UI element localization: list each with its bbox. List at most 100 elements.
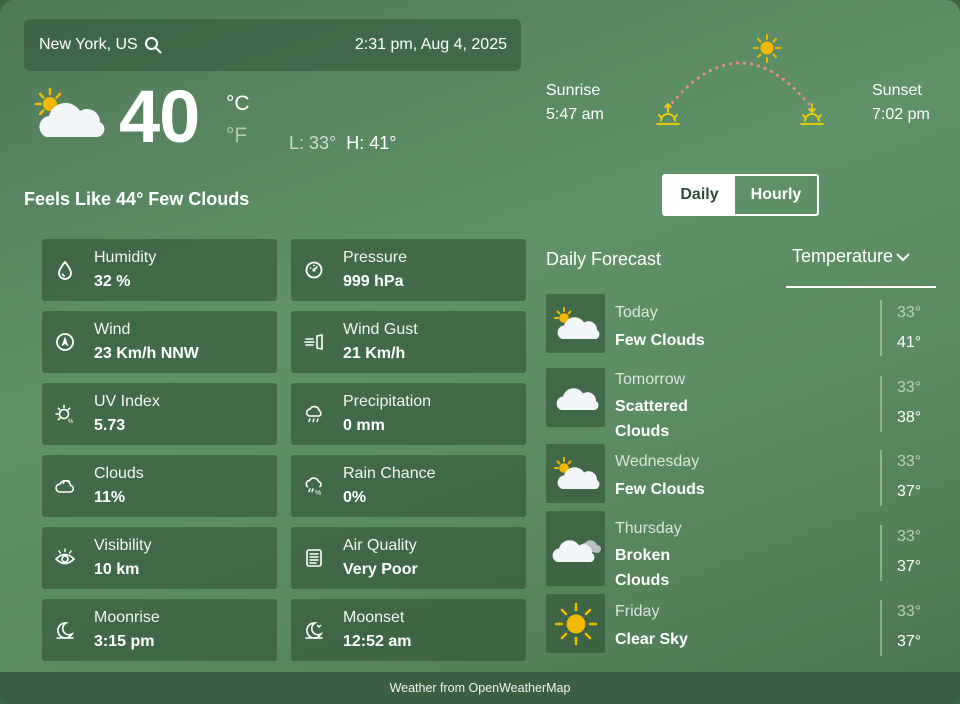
tile-value: 999 hPa: [343, 273, 404, 290]
sunset-time: 7:02 pm: [872, 106, 930, 123]
hourly-tab[interactable]: Hourly: [735, 176, 817, 214]
forecast-low: 33°: [897, 453, 922, 470]
forecast-divider: [880, 525, 882, 581]
gauge-icon: [305, 261, 323, 279]
search-icon[interactable]: [144, 36, 162, 54]
rain-cloud-icon: [305, 405, 322, 423]
tile-moonrise: Moonrise 3:15 pm: [42, 599, 277, 661]
cloud-icon: [556, 387, 598, 410]
sunset-info: Sunset 7:02 pm: [872, 79, 930, 127]
forecast-icon-box: [546, 444, 605, 503]
forecast-mode-toggle: Daily Hourly: [662, 174, 819, 216]
tile-moonset: Moonset 12:52 am: [291, 599, 526, 661]
forecast-desc: Clear Sky: [615, 631, 688, 648]
forecast-desc: Few Clouds: [615, 332, 705, 349]
tile-label: Moonset: [343, 609, 405, 626]
uv-icon: %: [55, 404, 74, 425]
tile-clouds: Clouds 11%: [42, 455, 277, 517]
tile-value: 11%: [94, 489, 126, 506]
attribution-text[interactable]: Weather from OpenWeatherMap: [390, 681, 571, 695]
sunrise-info: Sunrise 5:47 am: [546, 79, 604, 127]
daily-forecast-title: Daily Forecast: [546, 249, 662, 269]
sunset-label: Sunset: [872, 82, 922, 99]
sunrise-label: Sunrise: [546, 82, 601, 99]
location-bar[interactable]: New York, US 2:31 pm, Aug 4, 2025: [24, 19, 521, 71]
tile-label: Wind Gust: [343, 321, 418, 338]
forecast-divider: [880, 300, 882, 356]
tile-visibility: Visibility 10 km: [42, 527, 277, 589]
tile-value: 10 km: [94, 561, 140, 578]
forecast-day: Thursday: [615, 520, 682, 537]
forecast-low: 33°: [897, 379, 922, 396]
tile-value: 23 Km/h NNW: [94, 345, 199, 362]
tile-air-quality: Air Quality Very Poor: [291, 527, 526, 589]
rain-chance-icon: %: [305, 477, 322, 497]
forecast-high: 37°: [897, 558, 922, 575]
tile-label: UV Index: [94, 393, 160, 410]
current-datetime: 2:31 pm, Aug 4, 2025: [354, 36, 507, 53]
tile-value: Very Poor: [343, 561, 418, 578]
eye-icon: [54, 548, 76, 565]
tile-label: Rain Chance: [343, 465, 436, 482]
forecast-day: Tomorrow: [615, 371, 686, 388]
droplet-icon: [58, 260, 72, 280]
tile-pressure: Pressure 999 hPa: [291, 239, 526, 301]
sunset-icon: [800, 103, 824, 125]
tile-label: Air Quality: [343, 537, 417, 554]
tile-rain-chance: % Rain Chance 0%: [291, 455, 526, 517]
location-name: New York, US: [39, 36, 138, 53]
tile-label: Humidity: [94, 249, 157, 266]
metric-selector-label: Temperature: [792, 246, 894, 266]
tile-value: 0 mm: [343, 417, 385, 434]
low-high-temps: L: 33° H: 41°: [289, 133, 396, 154]
forecast-divider: [880, 450, 882, 506]
forecast-day: Wednesday: [615, 453, 700, 470]
tile-value: 32 %: [94, 273, 131, 290]
unit-fahrenheit-toggle[interactable]: °F: [226, 124, 247, 148]
low-temp: L: 33°: [289, 133, 337, 153]
tile-value: 5.73: [94, 417, 126, 434]
tile-value: 3:15 pm: [94, 633, 155, 650]
tile-wind-gust: Wind Gust 21 Km/h: [291, 311, 526, 373]
forecast-day: Friday: [615, 603, 660, 620]
attribution-footer: Weather from OpenWeatherMap: [0, 672, 960, 704]
moonset-icon: [305, 622, 323, 639]
sun-icon: [554, 602, 597, 645]
forecast-low: 33°: [897, 304, 922, 321]
forecast-low: 33°: [897, 603, 922, 620]
forecast-high: 37°: [897, 633, 922, 650]
broken-clouds-icon: [552, 539, 601, 562]
tile-label: Wind: [94, 321, 131, 338]
forecast-high: 38°: [897, 409, 922, 426]
cloud-icon: [55, 479, 74, 493]
tile-precipitation: Precipitation 0 mm: [291, 383, 526, 445]
current-temperature: 40: [119, 75, 200, 158]
sun-cloud-icon: [34, 87, 105, 137]
forecast-desc: Broken Clouds: [615, 547, 671, 589]
forecast-high: 41°: [897, 334, 922, 351]
feels-like-summary: Feels Like 44° Few Clouds: [24, 189, 250, 209]
chevron-down-icon: [896, 252, 910, 261]
forecast-divider: [880, 600, 882, 656]
forecast-desc: Few Clouds: [615, 481, 705, 498]
forecast-day: Today: [615, 304, 658, 321]
forecast-icon-box: [546, 594, 605, 653]
air-quality-icon: [306, 549, 322, 567]
tile-label: Clouds: [94, 465, 144, 482]
tile-wind: Wind 23 Km/h NNW: [42, 311, 277, 373]
metric-selector[interactable]: Temperature: [792, 246, 911, 267]
forecast-low: 33°: [897, 528, 922, 545]
tile-value: 12:52 am: [343, 633, 412, 650]
location-search[interactable]: New York, US: [39, 36, 162, 54]
tile-uv-index: % UV Index 5.73: [42, 383, 277, 445]
sun-cloud-icon: [553, 456, 599, 489]
weather-app: New York, US 2:31 pm, Aug 4, 2025 40 °C …: [0, 0, 960, 704]
unit-celsius-toggle[interactable]: °C: [226, 92, 250, 116]
daily-tab[interactable]: Daily: [664, 176, 735, 214]
forecast-icon-box: [546, 511, 605, 586]
sun-position-icon: [753, 34, 781, 63]
tile-label: Precipitation: [343, 393, 432, 410]
sunrise-time: 5:47 am: [546, 106, 604, 123]
svg-text:%: %: [315, 490, 321, 497]
compass-icon: [56, 333, 74, 351]
